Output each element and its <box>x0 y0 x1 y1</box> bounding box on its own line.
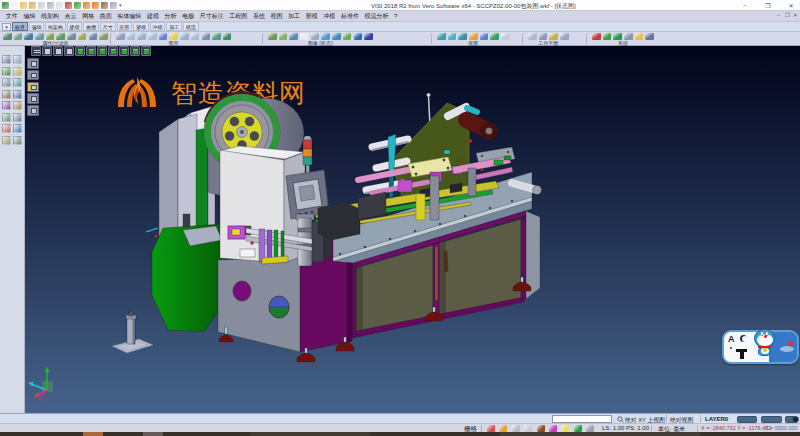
ime-tool-stem <box>740 351 744 359</box>
list-icon <box>34 50 40 55</box>
panel-icon <box>31 85 37 91</box>
display-icon <box>45 49 50 54</box>
taskbar-segment-2 <box>500 432 700 436</box>
status-block-2[interactable] <box>761 416 782 423</box>
iso-view-cube-icon <box>111 49 116 54</box>
scale-indicator: LS: 1.00 PS: 1.00 <box>602 425 649 431</box>
machine-3d-model <box>0 0 800 436</box>
status-globe-icon[interactable] <box>792 416 799 423</box>
coordinates-z: Z = 0000.000 <box>765 425 798 431</box>
view-button-4[interactable] <box>75 46 85 56</box>
display-icon <box>67 49 72 54</box>
view-button-3[interactable] <box>64 46 74 56</box>
panel-icon <box>31 73 37 79</box>
view-button-5[interactable] <box>86 46 96 56</box>
windows-taskbar-sliver <box>0 432 800 436</box>
command-input[interactable] <box>552 415 612 423</box>
panel-icon <box>31 61 37 67</box>
taskbar-app-gray[interactable] <box>143 432 163 436</box>
search-icon[interactable] <box>617 416 624 423</box>
iso-view-cube-icon <box>122 49 127 54</box>
status-block-1[interactable] <box>737 416 757 423</box>
view-button-6[interactable] <box>97 46 107 56</box>
ime-mode-letter[interactable]: A <box>728 334 735 344</box>
panel-icon <box>31 108 37 114</box>
view-button-7[interactable] <box>108 46 118 56</box>
side-panel-button-2[interactable] <box>27 82 39 93</box>
iso-view-cube-icon <box>133 49 138 54</box>
side-panel-button-1[interactable] <box>27 70 39 81</box>
view-button-9[interactable] <box>130 46 140 56</box>
side-panel-button-0[interactable] <box>27 58 39 69</box>
display-icon <box>56 49 61 54</box>
view-button-10[interactable] <box>141 46 151 56</box>
iso-view-cube-icon <box>78 49 83 54</box>
panel-icon <box>31 96 37 102</box>
iso-view-cube-icon <box>100 49 105 54</box>
doraemon-bell <box>763 348 767 352</box>
layer-indicator[interactable]: LAYER0 <box>705 416 728 422</box>
taskbar-segment-1 <box>250 432 370 436</box>
taskbar-app-orange[interactable] <box>83 432 103 436</box>
spare-stand <box>112 312 153 353</box>
view-button-1[interactable] <box>42 46 52 56</box>
press-base-guard <box>146 224 226 332</box>
view-button-2[interactable] <box>53 46 63 56</box>
iso-view-cube-icon <box>144 49 149 54</box>
view-button-8[interactable] <box>119 46 129 56</box>
side-panel-button-3[interactable] <box>27 93 39 104</box>
status-bar-tools: 栅格 LS: 1.00 PS: 1.00 单位: 毫米 X = -2840.73… <box>0 423 800 432</box>
coordinates-xy: X = -2840.732 Y = -1176.452 <box>701 425 771 431</box>
status-bar-view: 绝对 XY 上视图 绝对视图 LAYER0 <box>0 413 800 423</box>
axis-triad <box>28 367 52 402</box>
ime-moon-cut <box>742 336 748 342</box>
side-panel-button-4[interactable] <box>27 105 39 116</box>
ime-toolbar-doraemon[interactable]: A <box>722 330 799 364</box>
view-button-0[interactable] <box>31 46 41 56</box>
ime-dot <box>730 347 732 349</box>
ime-cloud <box>780 346 794 352</box>
doraemon-nose <box>764 335 767 338</box>
iso-view-cube-icon <box>89 49 94 54</box>
